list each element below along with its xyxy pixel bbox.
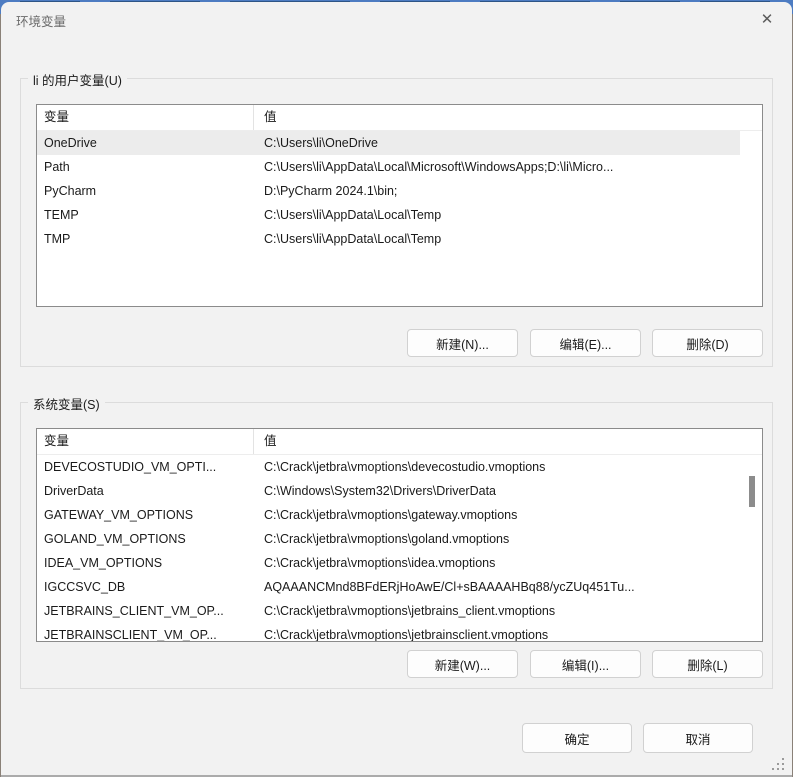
cell-value: C:\Windows\System32\Drivers\DriverData xyxy=(264,484,496,498)
system-variables-group: 系统变量(S) 变量 值 DEVECOSTUDIO_VM_OPTI... C:\… xyxy=(20,394,773,689)
system-edit-button[interactable]: 编辑(I)... xyxy=(530,650,641,678)
cell-variable: IDEA_VM_OPTIONS xyxy=(44,556,163,570)
user-variables-group-label: li 的用户变量(U) xyxy=(28,70,127,89)
table-row[interactable]: PyCharm D:\PyCharm 2024.1\bin; xyxy=(37,179,740,203)
table-row[interactable]: IGCCSVC_DB AQAAANCMnd8BFdERjHoAwE/Cl+sBA… xyxy=(37,575,740,599)
cell-variable: PyCharm xyxy=(44,184,97,198)
cell-value: C:\Crack\jetbra\vmoptions\goland.vmoptio… xyxy=(264,532,510,546)
cell-variable: GATEWAY_VM_OPTIONS xyxy=(44,508,194,522)
table-row[interactable]: JETBRAINSCLIENT_VM_OP... C:\Crack\jetbra… xyxy=(37,623,740,642)
system-new-button[interactable]: 新建(W)... xyxy=(407,650,518,678)
user-delete-button[interactable]: 删除(D) xyxy=(652,329,763,357)
resize-grip-icon[interactable] xyxy=(772,758,784,770)
cell-variable: TMP xyxy=(44,232,71,246)
cancel-button[interactable]: 取消 xyxy=(643,723,753,753)
cell-variable: IGCCSVC_DB xyxy=(44,580,126,594)
user-variables-table: 变量 值 OneDrive C:\Users\li\OneDrive Path … xyxy=(36,104,763,307)
cell-value: C:\Users\li\AppData\Local\Temp xyxy=(264,208,442,222)
column-header-variable[interactable]: 变量 xyxy=(37,105,254,130)
table-row[interactable]: GOLAND_VM_OPTIONS C:\Crack\jetbra\vmopti… xyxy=(37,527,740,551)
cell-variable: OneDrive xyxy=(44,136,97,150)
ok-button[interactable]: 确定 xyxy=(522,723,632,753)
close-icon[interactable]: ✕ xyxy=(754,7,780,33)
cell-value: C:\Crack\jetbra\vmoptions\jetbrains_clie… xyxy=(264,604,556,618)
cell-value: C:\Users\li\AppData\Local\Microsoft\Wind… xyxy=(264,160,614,174)
cell-variable: JETBRAINS_CLIENT_VM_OP... xyxy=(44,604,224,618)
table-row[interactable]: GATEWAY_VM_OPTIONS C:\Crack\jetbra\vmopt… xyxy=(37,503,740,527)
cell-variable: JETBRAINSCLIENT_VM_OP... xyxy=(44,628,217,642)
table-row[interactable]: JETBRAINS_CLIENT_VM_OP... C:\Crack\jetbr… xyxy=(37,599,740,623)
cell-variable: Path xyxy=(44,160,70,174)
system-variables-table: 变量 值 DEVECOSTUDIO_VM_OPTI... C:\Crack\je… xyxy=(36,428,763,642)
system-delete-button[interactable]: 删除(L) xyxy=(652,650,763,678)
table-row[interactable]: TMP C:\Users\li\AppData\Local\Temp xyxy=(37,227,740,251)
cell-value: C:\Crack\jetbra\vmoptions\gateway.vmopti… xyxy=(264,508,518,522)
cell-value: C:\Crack\jetbra\vmoptions\idea.vmoptions xyxy=(264,556,496,570)
table-header-row: 变量 值 xyxy=(37,429,762,455)
user-variables-group: li 的用户变量(U) 变量 值 OneDrive C:\Users\li\On… xyxy=(20,70,773,367)
vertical-scrollbar-thumb[interactable] xyxy=(749,476,755,507)
table-row[interactable]: TEMP C:\Users\li\AppData\Local\Temp xyxy=(37,203,740,227)
cell-value: C:\Users\li\AppData\Local\Temp xyxy=(264,232,442,246)
table-row[interactable]: DEVECOSTUDIO_VM_OPTI... C:\Crack\jetbra\… xyxy=(37,455,740,479)
cell-variable: DriverData xyxy=(44,484,104,498)
cell-value: AQAAANCMnd8BFdERjHoAwE/Cl+sBAAAAHBq88/yc… xyxy=(264,580,635,594)
table-header-row: 变量 值 xyxy=(37,105,762,131)
column-header-value[interactable]: 值 xyxy=(254,429,762,454)
cell-variable: GOLAND_VM_OPTIONS xyxy=(44,532,186,546)
user-edit-button[interactable]: 编辑(E)... xyxy=(530,329,641,357)
table-row[interactable]: OneDrive C:\Users\li\OneDrive xyxy=(37,131,740,155)
cell-variable: DEVECOSTUDIO_VM_OPTI... xyxy=(44,460,217,474)
cell-value: C:\Crack\jetbra\vmoptions\devecostudio.v… xyxy=(264,460,546,474)
column-header-variable[interactable]: 变量 xyxy=(37,429,254,454)
column-header-value[interactable]: 值 xyxy=(254,105,762,130)
table-row[interactable]: IDEA_VM_OPTIONS C:\Crack\jetbra\vmoption… xyxy=(37,551,740,575)
table-row[interactable]: Path C:\Users\li\AppData\Local\Microsoft… xyxy=(37,155,740,179)
table-row[interactable]: DriverData C:\Windows\System32\Drivers\D… xyxy=(37,479,740,503)
cell-variable: TEMP xyxy=(44,208,79,222)
cell-value: D:\PyCharm 2024.1\bin; xyxy=(264,184,398,198)
user-new-button[interactable]: 新建(N)... xyxy=(407,329,518,357)
cell-value: C:\Crack\jetbra\vmoptions\jetbrainsclien… xyxy=(264,628,549,642)
environment-variables-dialog: 环境变量 ✕ li 的用户变量(U) 变量 值 OneDrive C:\User… xyxy=(1,2,792,777)
cell-value: C:\Users\li\OneDrive xyxy=(264,136,378,150)
system-variables-group-label: 系统变量(S) xyxy=(28,394,105,413)
dialog-title: 环境变量 xyxy=(16,15,67,29)
